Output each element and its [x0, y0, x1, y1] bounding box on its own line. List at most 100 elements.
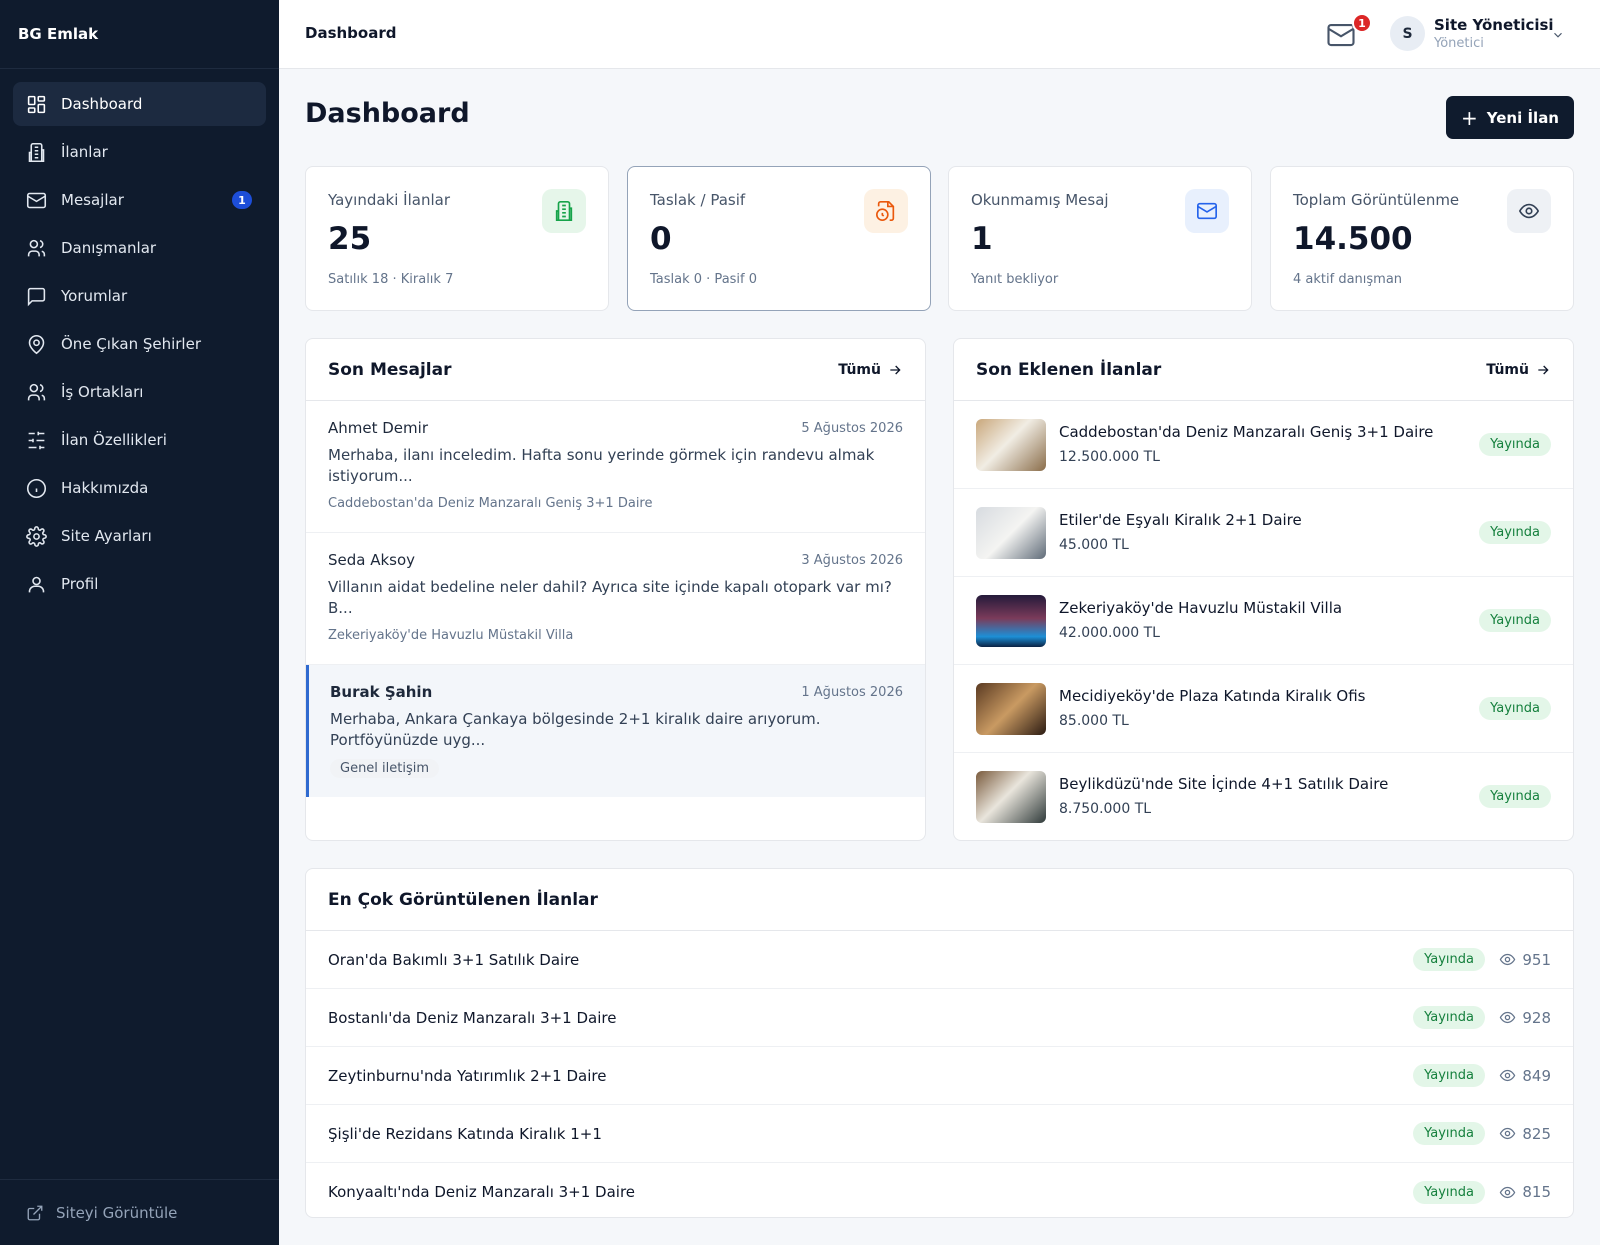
sidebar-item-mesajlar[interactable]: Mesajlar 1: [13, 178, 266, 222]
sidebar-item-ilanlar[interactable]: İlanlar: [13, 130, 266, 174]
notification-badge: 1: [1352, 13, 1372, 33]
sidebar-item-label: Yorumlar: [61, 287, 128, 305]
listing-price: 85.000 TL: [1059, 713, 1129, 729]
message-tag: Genel iletişim: [330, 759, 440, 778]
most-viewed-row[interactable]: Konyaaltı'nda Deniz Manzaralı 3+1 Daire …: [306, 1163, 1573, 1217]
listing-row[interactable]: Beylikdüzü'nde Site İçinde 4+1 Satılık D…: [954, 753, 1573, 840]
listing-row[interactable]: Zekeriyaköy'de Havuzlu Müstakil Villa 42…: [954, 577, 1573, 665]
sidebar-item-label: Profil: [61, 575, 99, 593]
view-count: 928: [1499, 1009, 1551, 1027]
sidebar-nav: Dashboard İlanlar Mesajlar 1 Danışmanlar…: [0, 69, 279, 606]
building-icon: [542, 189, 586, 233]
new-listing-button[interactable]: + Yeni İlan: [1446, 96, 1574, 139]
sidebar-item-dashboard[interactable]: Dashboard: [13, 82, 266, 126]
listing-thumbnail: [976, 683, 1046, 735]
listing-row[interactable]: Etiler'de Eşyalı Kiralık 2+1 Daire 45.00…: [954, 489, 1573, 577]
listing-title: Etiler'de Eşyalı Kiralık 2+1 Daire: [1059, 511, 1302, 529]
user-role: Yönetici: [1434, 36, 1484, 51]
status-badge: Yayında: [1479, 785, 1551, 808]
stat-sub: Taslak 0 · Pasif 0: [650, 272, 758, 287]
view-site-link[interactable]: Siteyi Görüntüle: [0, 1179, 279, 1245]
message-item[interactable]: Ahmet Demir 5 Ağustos 2026 Merhaba, ilan…: [306, 401, 925, 533]
view-count: 825: [1499, 1125, 1551, 1143]
stat-label: Toplam Görüntülenme: [1293, 191, 1460, 209]
message-item[interactable]: Seda Aksoy 3 Ağustos 2026 Villanın aidat…: [306, 533, 925, 665]
sidebar-item-is-ortaklari[interactable]: İş Ortakları: [13, 370, 266, 414]
status-badge: Yayında: [1479, 521, 1551, 544]
card-header: En Çok Görüntülenen İlanlar: [306, 869, 1573, 931]
sidebar-item-ilan-ozellikleri[interactable]: İlan Özellikleri: [13, 418, 266, 462]
message-listing-ref: Zekeriyaköy'de Havuzlu Müstakil Villa: [328, 628, 574, 643]
listing-thumbnail: [976, 507, 1046, 559]
stat-sub: Yanıt bekliyor: [971, 272, 1059, 287]
view-all-listings-link[interactable]: Tümü: [1486, 362, 1551, 378]
sidebar-item-hakkimizda[interactable]: Hakkımızda: [13, 466, 266, 510]
card-header: Son Eklenen İlanlar Tümü: [954, 339, 1573, 401]
user-name[interactable]: Site Yöneticisi: [1434, 16, 1554, 34]
view-count-value: 928: [1522, 1008, 1551, 1027]
view-all-label: Tümü: [1486, 361, 1529, 378]
most-viewed-row[interactable]: Oran'da Bakımlı 3+1 Satılık Daire Yayınd…: [306, 931, 1573, 989]
stat-card-draft[interactable]: Taslak / Pasif 0 Taslak 0 · Pasif 0: [627, 166, 931, 311]
sidebar-item-label: İlanlar: [61, 143, 108, 161]
sidebar-item-yorumlar[interactable]: Yorumlar: [13, 274, 266, 318]
sidebar-item-label: Mesajlar: [61, 191, 124, 209]
status-badge: Yayında: [1413, 1064, 1485, 1087]
listing-price: 42.000.000 TL: [1059, 625, 1160, 641]
message-date: 1 Ağustos 2026: [801, 685, 903, 700]
sidebar-item-site-ayarlari[interactable]: Site Ayarları: [13, 514, 266, 558]
listing-title: Oran'da Bakımlı 3+1 Satılık Daire: [328, 950, 580, 969]
chevron-down-icon[interactable]: [1551, 28, 1565, 42]
sidebar: BG Emlak Dashboard İlanlar Mesajlar 1 Da…: [0, 0, 279, 1245]
listing-row[interactable]: Mecidiyeköy'de Plaza Katında Kiralık Ofi…: [954, 665, 1573, 753]
view-all-messages-link[interactable]: Tümü: [838, 362, 903, 378]
status-badge: Yayında: [1413, 1180, 1485, 1204]
message-preview: Villanın aidat bedeline neler dahil? Ayr…: [328, 578, 892, 617]
stat-value: 25: [328, 221, 372, 257]
status-badge: Yayında: [1479, 609, 1551, 632]
stat-label: Taslak / Pasif: [650, 191, 746, 209]
view-count: 951: [1499, 951, 1551, 969]
recent-messages-card: Son Mesajlar Tümü Ahmet Demir 5 Ağustos …: [305, 338, 926, 841]
brand-logo[interactable]: BG Emlak: [0, 0, 279, 69]
eye-icon: [1500, 1127, 1516, 1140]
gear-icon: [26, 525, 47, 547]
stat-card-unread[interactable]: Okunmamış Mesaj 1 Yanıt bekliyor: [948, 166, 1252, 311]
card-title: Son Eklenen İlanlar: [976, 359, 1162, 380]
eye-icon: [1500, 1186, 1516, 1198]
status-badge: Yayında: [1413, 1122, 1485, 1145]
view-count-value: 849: [1522, 1066, 1551, 1085]
listing-row[interactable]: Caddebostan'da Deniz Manzaralı Geniş 3+1…: [954, 401, 1573, 489]
stat-card-published[interactable]: Yayındaki İlanlar 25 Satılık 18 · Kiralı…: [305, 166, 609, 311]
view-count: 815: [1499, 1183, 1551, 1201]
arrow-right-icon: [890, 365, 901, 374]
file-clock-icon: [864, 189, 908, 233]
most-viewed-row[interactable]: Bostanlı'da Deniz Manzaralı 3+1 Daire Ya…: [306, 989, 1573, 1047]
most-viewed-row[interactable]: Şişli'de Rezidans Katında Kiralık 1+1 Ya…: [306, 1105, 1573, 1163]
card-title: Son Mesajlar: [328, 359, 452, 380]
sidebar-item-label: İlan Özellikleri: [61, 431, 167, 449]
users-icon: [27, 239, 46, 256]
eye-icon: [1500, 1069, 1516, 1082]
view-all-label: Tümü: [838, 361, 881, 378]
listing-price: 12.500.000 TL: [1059, 449, 1160, 465]
arrow-right-icon: [1538, 365, 1549, 374]
sidebar-item-one-cikan-sehirler[interactable]: Öne Çıkan Şehirler: [13, 322, 266, 366]
stat-value: 14.500: [1293, 221, 1413, 257]
message-date: 5 Ağustos 2026: [801, 421, 903, 436]
recent-listings-card: Son Eklenen İlanlar Tümü Caddebostan'da …: [953, 338, 1574, 841]
stat-value: 0: [650, 221, 672, 257]
sidebar-item-danismanlar[interactable]: Danışmanlar: [13, 226, 266, 270]
stat-card-views[interactable]: Toplam Görüntülenme 14.500 4 aktif danış…: [1270, 166, 1574, 311]
topbar: Dashboard 1 S Site Yöneticisi Yönetici: [279, 0, 1600, 69]
listing-title: Şişli'de Rezidans Katında Kiralık 1+1: [328, 1124, 602, 1143]
sidebar-item-profil[interactable]: Profil: [13, 562, 266, 606]
message-item-unread[interactable]: Burak Şahin 1 Ağustos 2026 Merhaba, Anka…: [306, 665, 925, 797]
listing-thumbnail: [976, 595, 1046, 647]
avatar[interactable]: S: [1390, 16, 1425, 51]
mail-icon: [1185, 189, 1229, 233]
plus-icon: +: [1461, 105, 1478, 130]
view-count-value: 825: [1522, 1124, 1551, 1143]
sidebar-item-label: Danışmanlar: [61, 239, 157, 257]
most-viewed-row[interactable]: Zeytinburnu'nda Yatırımlık 2+1 Daire Yay…: [306, 1047, 1573, 1105]
